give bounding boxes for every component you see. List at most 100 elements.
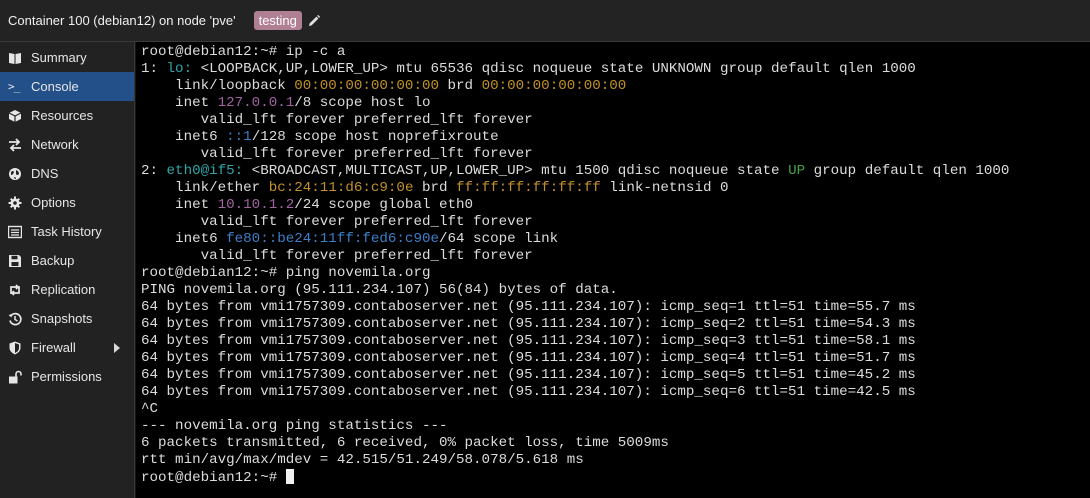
terminal-line: root@debian12:~# — [141, 469, 1090, 486]
terminal-text: valid_lft forever preferred_lft forever — [141, 146, 533, 162]
sidebar-item-console[interactable]: >_ Console — [0, 72, 134, 101]
terminal-text: 64 bytes from vmi1757309.contaboserver.n… — [141, 316, 916, 332]
terminal-line: link/ether bc:24:11:d6:c9:0e brd ff:ff:f… — [141, 180, 1090, 197]
sidebar-item-label: Permissions — [31, 369, 102, 384]
sidebar-item-summary[interactable]: Summary — [0, 43, 134, 72]
sidebar-item-permissions[interactable]: Permissions — [0, 362, 134, 391]
terminal-text: link/loopback — [141, 78, 295, 94]
terminal-text: group default qlen 1000 — [805, 163, 1010, 179]
terminal-text: /64 scope link — [439, 231, 559, 247]
terminal-text: lo: — [166, 61, 193, 77]
terminal-line: root@debian12:~# ping novemila.org — [141, 265, 1090, 282]
terminal-text: 00:00:00:00:00:00 — [294, 78, 439, 94]
sidebar-item-task-history[interactable]: Task History — [0, 217, 134, 246]
terminal-text: inet — [141, 95, 218, 111]
sidebar-item-label: Firewall — [31, 340, 76, 355]
terminal-text: inet — [141, 197, 218, 213]
globe-icon — [8, 167, 22, 181]
terminal-text: 6 packets transmitted, 6 received, 0% pa… — [141, 435, 669, 451]
terminal-text: ^C — [141, 401, 159, 417]
terminal-text: 64 bytes from vmi1757309.contaboserver.n… — [141, 367, 916, 383]
header-bar: Container 100 (debian12) on node 'pve' t… — [0, 0, 1090, 42]
sidebar-item-label: Backup — [31, 253, 75, 268]
terminal-text: rtt min/avg/max/mdev = 42.515/51.249/58.… — [141, 452, 584, 468]
book-icon — [8, 51, 22, 65]
terminal-line: --- novemila.org ping statistics --- — [141, 418, 1090, 435]
sidebar-item-backup[interactable]: Backup — [0, 246, 134, 275]
terminal-text: /128 scope host noprefixroute — [251, 129, 499, 145]
sidebar-item-label: Options — [31, 195, 76, 210]
sidebar-item-label: Network — [31, 137, 79, 152]
terminal-line: 2: eth0@if5: <BROADCAST,MULTICAST,UP,LOW… — [141, 163, 1090, 180]
terminal-text: UP — [788, 163, 806, 179]
terminal-text: link-netnsid 0 — [600, 180, 729, 196]
console-terminal[interactable]: root@debian12:~# ip -c a 1: lo: <LOOPBACK… — [136, 42, 1090, 498]
terminal-line: 64 bytes from vmi1757309.contaboserver.n… — [141, 299, 1090, 316]
terminal-cursor — [285, 469, 294, 484]
terminal-line: valid_lft forever preferred_lft forever — [141, 112, 1090, 129]
terminal-text: <LOOPBACK,UP,LOWER_UP> mtu 65536 qdisc n… — [192, 61, 916, 77]
terminal-icon: >_ — [8, 80, 20, 93]
caret-right-icon[interactable] — [114, 343, 120, 353]
terminal-text: brd — [413, 180, 457, 196]
terminal-line: 64 bytes from vmi1757309.contaboserver.n… — [141, 350, 1090, 367]
terminal-line: 1: lo: <LOOPBACK,UP,LOWER_UP> mtu 65536 … — [141, 61, 1090, 78]
cube-icon — [8, 109, 22, 123]
terminal-text: 64 bytes from vmi1757309.contaboserver.n… — [141, 384, 916, 400]
terminal-line: link/loopback 00:00:00:00:00:00 brd 00:0… — [141, 78, 1090, 95]
terminal-text: bc:24:11:d6:c9:0e — [268, 180, 414, 196]
terminal-text: PING novemila.org (95.111.234.107) 56(84… — [141, 282, 618, 298]
terminal-text: 1: — [141, 61, 167, 77]
sidebar-item-network[interactable]: Network — [0, 130, 134, 159]
terminal-text: ff:ff:ff:ff:ff:ff — [456, 180, 601, 196]
terminal-line: rtt min/avg/max/mdev = 42.515/51.249/58.… — [141, 452, 1090, 469]
sidebar-item-label: Summary — [31, 50, 87, 65]
terminal-text: valid_lft forever preferred_lft forever — [141, 214, 533, 230]
terminal-text: 2: — [141, 163, 167, 179]
terminal-text: fe80::be24:11ff:fed6:c90e — [226, 231, 439, 247]
terminal-line: inet6 fe80::be24:11ff:fed6:c90e/64 scope… — [141, 231, 1090, 248]
terminal-line: inet6 ::1/128 scope host noprefixroute — [141, 129, 1090, 146]
terminal-line: 64 bytes from vmi1757309.contaboserver.n… — [141, 316, 1090, 333]
terminal-text: valid_lft forever preferred_lft forever — [141, 248, 533, 264]
terminal-text: 64 bytes from vmi1757309.contaboserver.n… — [141, 350, 916, 366]
terminal-text: valid_lft forever preferred_lft forever — [141, 112, 533, 128]
exchange-icon — [8, 137, 22, 152]
terminal-text: root@debian12:~# ip -c a — [141, 44, 346, 60]
history-icon — [8, 312, 22, 326]
sidebar-item-snapshots[interactable]: Snapshots — [0, 304, 134, 333]
terminal-line: 6 packets transmitted, 6 received, 0% pa… — [141, 435, 1090, 452]
terminal-line: valid_lft forever preferred_lft forever — [141, 214, 1090, 231]
sidebar-item-options[interactable]: Options — [0, 188, 134, 217]
terminal-text: eth0@if5: — [166, 163, 244, 179]
terminal-line: PING novemila.org (95.111.234.107) 56(84… — [141, 282, 1090, 299]
terminal-text: inet6 — [141, 231, 227, 247]
terminal-line: root@debian12:~# ip -c a — [141, 44, 1090, 61]
sidebar-item-dns[interactable]: DNS — [0, 159, 134, 188]
sidebar-item-replication[interactable]: Replication — [0, 275, 134, 304]
terminal-line: inet 127.0.0.1/8 scope host lo — [141, 95, 1090, 112]
pencil-icon[interactable] — [308, 14, 320, 27]
floppy-disk-icon — [8, 254, 22, 268]
terminal-text: inet6 — [141, 129, 227, 145]
terminal-line: 64 bytes from vmi1757309.contaboserver.n… — [141, 384, 1090, 401]
unlock-icon — [8, 370, 22, 384]
sidebar-item-firewall[interactable]: Firewall — [0, 333, 134, 362]
sidebar-item-resources[interactable]: Resources — [0, 101, 134, 130]
terminal-text: 64 bytes from vmi1757309.contaboserver.n… — [141, 299, 916, 315]
retweet-icon — [8, 283, 22, 297]
sidebar-item-label: Snapshots — [31, 311, 93, 326]
gear-icon — [8, 196, 22, 210]
terminal-text: brd — [439, 78, 482, 94]
terminal-line: inet 10.10.1.2/24 scope global eth0 — [141, 197, 1090, 214]
terminal-text: root@debian12:~# — [141, 470, 286, 486]
terminal-text: ::1 — [226, 129, 252, 145]
sidebar-item-label: Replication — [31, 282, 96, 297]
terminal-text: 10.10.1.2 — [217, 197, 295, 213]
shield-icon — [8, 341, 22, 355]
terminal-text: /24 scope global eth0 — [294, 197, 474, 213]
page-title: Container 100 (debian12) on node 'pve' — [8, 13, 236, 28]
tag-badge[interactable]: testing — [253, 11, 302, 30]
sidebar: Summary >_ Console Resources Network DNS… — [0, 42, 135, 498]
terminal-text: --- novemila.org ping statistics --- — [141, 418, 448, 434]
